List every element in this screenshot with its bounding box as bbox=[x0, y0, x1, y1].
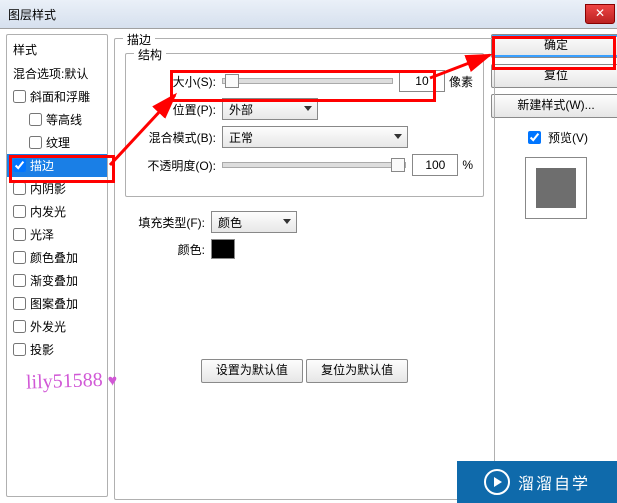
position-label: 位置(P): bbox=[136, 101, 216, 118]
style-item-inner-glow[interactable]: 内发光 bbox=[7, 200, 107, 223]
content-area: 样式 混合选项:默认 斜面和浮雕 等高线 纹理 描边 内阴影 内发光 bbox=[0, 28, 617, 503]
style-item-bevel[interactable]: 斜面和浮雕 bbox=[7, 85, 107, 108]
ok-button[interactable]: 确定 bbox=[491, 34, 617, 58]
opacity-row: 不透明度(O): % bbox=[136, 154, 473, 176]
styles-heading: 样式 bbox=[7, 39, 107, 62]
window-title: 图层样式 bbox=[8, 6, 56, 23]
slider-thumb-icon[interactable] bbox=[225, 74, 239, 88]
style-item-gradient-overlay[interactable]: 渐变叠加 bbox=[7, 269, 107, 292]
blend-options-default[interactable]: 混合选项:默认 bbox=[7, 62, 107, 85]
style-item-outer-glow[interactable]: 外发光 bbox=[7, 315, 107, 338]
style-label: 描边 bbox=[30, 157, 54, 174]
set-default-button[interactable]: 设置为默认值 bbox=[201, 359, 303, 383]
new-style-button[interactable]: 新建样式(W)... bbox=[491, 94, 617, 118]
style-check-drop-shadow[interactable] bbox=[13, 343, 26, 356]
blendmode-label: 混合模式(B): bbox=[136, 129, 216, 146]
size-input[interactable] bbox=[399, 70, 445, 92]
style-check-bevel[interactable] bbox=[13, 90, 26, 103]
filltype-select[interactable]: 颜色 bbox=[211, 211, 297, 233]
reset-button[interactable]: 复位 bbox=[491, 64, 617, 88]
style-label: 内阴影 bbox=[30, 180, 66, 197]
play-icon bbox=[484, 469, 510, 495]
style-check-satin[interactable] bbox=[13, 228, 26, 241]
size-row: 大小(S): 像素 bbox=[136, 70, 473, 92]
style-item-stroke[interactable]: 描边 bbox=[7, 154, 107, 177]
size-label: 大小(S): bbox=[136, 73, 216, 90]
style-label: 渐变叠加 bbox=[30, 272, 78, 289]
filltype-value: 颜色 bbox=[218, 214, 242, 231]
filltype-row: 填充类型(F): 颜色 bbox=[125, 211, 484, 233]
titlebar: 图层样式 ✕ bbox=[0, 0, 617, 29]
style-check-stroke[interactable] bbox=[13, 159, 26, 172]
opacity-unit: % bbox=[462, 158, 473, 172]
watermark: lily51588 ♥ bbox=[26, 368, 118, 394]
stroke-group: 描边 结构 大小(S): 像素 位置(P): 外部 混合模式(B): bbox=[114, 38, 495, 500]
filltype-label: 填充类型(F): bbox=[125, 214, 205, 231]
style-label: 图案叠加 bbox=[30, 295, 78, 312]
heart-icon: ♥ bbox=[107, 372, 117, 389]
structure-group-title: 结构 bbox=[134, 46, 166, 63]
size-unit: 像素 bbox=[449, 73, 473, 90]
blendmode-row: 混合模式(B): 正常 bbox=[136, 126, 473, 148]
style-check-inner-shadow[interactable] bbox=[13, 182, 26, 195]
style-label: 内发光 bbox=[30, 203, 66, 220]
color-label: 颜色: bbox=[125, 241, 205, 258]
reset-default-button[interactable]: 复位为默认值 bbox=[306, 359, 408, 383]
style-item-texture[interactable]: 纹理 bbox=[7, 131, 107, 154]
brand-logo: 溜溜自学 bbox=[457, 461, 617, 503]
blendmode-select[interactable]: 正常 bbox=[222, 126, 408, 148]
style-label: 纹理 bbox=[46, 134, 70, 151]
actions-panel: 确定 复位 新建样式(W)... 预览(V) bbox=[501, 34, 611, 497]
style-check-texture[interactable] bbox=[29, 136, 42, 149]
style-label: 斜面和浮雕 bbox=[30, 88, 90, 105]
blendmode-value: 正常 bbox=[229, 129, 253, 146]
preview-label: 预览(V) bbox=[548, 129, 588, 146]
position-select[interactable]: 外部 bbox=[222, 98, 318, 120]
opacity-label: 不透明度(O): bbox=[136, 157, 216, 174]
opacity-slider[interactable] bbox=[222, 162, 406, 168]
preview-row: 预览(V) bbox=[524, 128, 588, 147]
style-item-inner-shadow[interactable]: 内阴影 bbox=[7, 177, 107, 200]
close-icon[interactable]: ✕ bbox=[585, 4, 615, 24]
watermark-text: lily51588 bbox=[26, 369, 103, 394]
structure-group: 结构 大小(S): 像素 位置(P): 外部 混合模式(B): 正 bbox=[125, 53, 484, 197]
style-check-gradient-overlay[interactable] bbox=[13, 274, 26, 287]
style-check-pattern-overlay[interactable] bbox=[13, 297, 26, 310]
style-item-color-overlay[interactable]: 颜色叠加 bbox=[7, 246, 107, 269]
style-label: 颜色叠加 bbox=[30, 249, 78, 266]
style-check-contour[interactable] bbox=[29, 113, 42, 126]
size-slider[interactable] bbox=[222, 78, 393, 84]
style-item-drop-shadow[interactable]: 投影 bbox=[7, 338, 107, 361]
logo-text: 溜溜自学 bbox=[518, 470, 590, 494]
window-buttons: ✕ bbox=[585, 4, 617, 24]
style-label: 投影 bbox=[30, 341, 54, 358]
defaults-row: 设置为默认值 复位为默认值 bbox=[125, 359, 484, 383]
position-value: 外部 bbox=[229, 101, 253, 118]
style-item-satin[interactable]: 光泽 bbox=[7, 223, 107, 246]
preview-checkbox[interactable] bbox=[528, 131, 541, 144]
position-row: 位置(P): 外部 bbox=[136, 98, 473, 120]
style-check-outer-glow[interactable] bbox=[13, 320, 26, 333]
style-label: 外发光 bbox=[30, 318, 66, 335]
style-label: 光泽 bbox=[30, 226, 54, 243]
style-item-pattern-overlay[interactable]: 图案叠加 bbox=[7, 292, 107, 315]
opacity-input[interactable] bbox=[412, 154, 458, 176]
preview-box bbox=[525, 157, 587, 219]
style-check-inner-glow[interactable] bbox=[13, 205, 26, 218]
preview-swatch bbox=[536, 168, 576, 208]
color-row: 颜色: bbox=[125, 239, 484, 259]
style-item-contour[interactable]: 等高线 bbox=[7, 108, 107, 131]
style-check-color-overlay[interactable] bbox=[13, 251, 26, 264]
blend-options-label: 混合选项:默认 bbox=[13, 65, 88, 82]
settings-panel: 描边 结构 大小(S): 像素 位置(P): 外部 混合模式(B): bbox=[114, 34, 495, 497]
slider-thumb-icon[interactable] bbox=[391, 158, 405, 172]
styles-panel: 样式 混合选项:默认 斜面和浮雕 等高线 纹理 描边 内阴影 内发光 bbox=[6, 34, 108, 497]
style-label: 等高线 bbox=[46, 111, 82, 128]
color-swatch[interactable] bbox=[211, 239, 235, 259]
